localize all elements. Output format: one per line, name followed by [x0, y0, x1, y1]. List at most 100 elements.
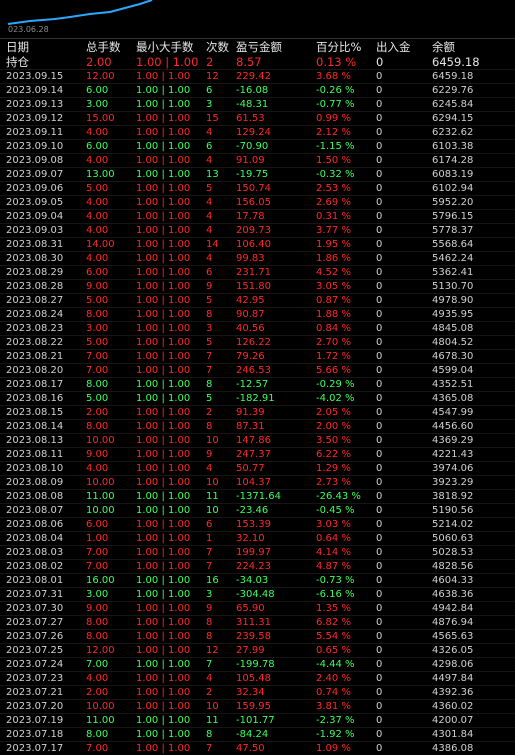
cell-pct: -2.37 %	[310, 714, 370, 728]
table-row[interactable]: 2023.07.309.001.00 | 1.00965.901.35 %049…	[0, 602, 515, 616]
cell-balance: 4978.90	[426, 294, 515, 308]
table-row[interactable]: 2023.07.268.001.00 | 1.008239.585.54 %04…	[0, 630, 515, 644]
cell-date: 2023.08.13	[0, 434, 80, 448]
table-row[interactable]: 2023.07.234.001.00 | 1.004105.482.40 %04…	[0, 672, 515, 686]
col-header-minmax[interactable]: 最小大手数	[130, 39, 200, 55]
table-row[interactable]: 2023.08.041.001.00 | 1.00132.100.64 %050…	[0, 532, 515, 546]
cell-pct: -6.16 %	[310, 588, 370, 602]
col-header-pl[interactable]: 盈亏金额	[230, 39, 310, 55]
table-row[interactable]: 2023.07.1911.001.00 | 1.0011-101.77-2.37…	[0, 714, 515, 728]
table-row[interactable]: 2023.08.217.001.00 | 1.00779.261.72 %046…	[0, 350, 515, 364]
table-row[interactable]: 2023.07.188.001.00 | 1.008-84.24-1.92 %0…	[0, 728, 515, 742]
table-row[interactable]: 2023.08.225.001.00 | 1.005126.222.70 %04…	[0, 336, 515, 350]
table-row[interactable]: 2023.08.037.001.00 | 1.007199.974.14 %05…	[0, 546, 515, 560]
col-header-pct[interactable]: 百分比%	[310, 39, 370, 55]
table-row[interactable]: 2023.07.278.001.00 | 1.008311.316.82 %04…	[0, 616, 515, 630]
col-header-count[interactable]: 次数	[200, 39, 230, 55]
table-row[interactable]: 2023.08.178.001.00 | 1.008-12.57-0.29 %0…	[0, 378, 515, 392]
table-row[interactable]: 2023.08.119.001.00 | 1.009247.376.22 %04…	[0, 448, 515, 462]
cell-pct: 3.05 %	[310, 280, 370, 294]
table-row[interactable]: 2023.09.0713.001.00 | 1.0013-19.75-0.32 …	[0, 168, 515, 182]
cell-qty: 2.00	[80, 406, 130, 420]
cell-minmax: 1.00 | 1.00	[130, 602, 200, 616]
cell-minmax: 1.00 | 1.00	[130, 210, 200, 224]
table-row[interactable]: 2023.08.104.001.00 | 1.00450.771.29 %039…	[0, 462, 515, 476]
table-row[interactable]: 2023.09.106.001.00 | 1.006-70.90-1.15 %0…	[0, 140, 515, 154]
table-row[interactable]: 2023.08.296.001.00 | 1.006231.714.52 %05…	[0, 266, 515, 280]
table-row[interactable]: 2023.07.313.001.00 | 1.003-304.48-6.16 %…	[0, 588, 515, 602]
table-row[interactable]: 2023.07.212.001.00 | 1.00232.340.74 %043…	[0, 686, 515, 700]
cell-pct: 1.88 %	[310, 308, 370, 322]
table-row[interactable]: 2023.09.044.001.00 | 1.00417.780.31 %057…	[0, 210, 515, 224]
cell-qty: 2.00	[80, 686, 130, 700]
table-row[interactable]: 2023.08.1310.001.00 | 1.0010147.863.50 %…	[0, 434, 515, 448]
table-row[interactable]: 2023.08.148.001.00 | 1.00887.312.00 %044…	[0, 420, 515, 434]
cell-balance: 4804.52	[426, 336, 515, 350]
position-row[interactable]: 持仓 2.00 1.00 | 1.00 2 8.57 0.13 % 0 6459…	[0, 55, 515, 70]
col-header-date[interactable]: 日期	[0, 39, 80, 55]
cell-pl: -182.91	[230, 392, 310, 406]
cell-flow: 0	[370, 350, 426, 364]
table-row[interactable]: 2023.07.247.001.00 | 1.007-199.78-4.44 %…	[0, 658, 515, 672]
table-row[interactable]: 2023.08.304.001.00 | 1.00499.831.86 %054…	[0, 252, 515, 266]
table-row[interactable]: 2023.09.133.001.00 | 1.003-48.31-0.77 %0…	[0, 98, 515, 112]
table-row[interactable]: 2023.08.027.001.00 | 1.007224.234.87 %04…	[0, 560, 515, 574]
table-row[interactable]: 2023.08.248.001.00 | 1.00890.871.88 %049…	[0, 308, 515, 322]
cell-qty: 3.00	[80, 588, 130, 602]
table-row[interactable]: 2023.08.233.001.00 | 1.00340.560.84 %048…	[0, 322, 515, 336]
cell-flow: 0	[370, 336, 426, 350]
col-header-qty[interactable]: 总手数	[80, 39, 130, 55]
cell-qty: 4.00	[80, 196, 130, 210]
table-row[interactable]: 2023.08.165.001.00 | 1.005-182.91-4.02 %…	[0, 392, 515, 406]
table-row[interactable]: 2023.08.3114.001.00 | 1.0014106.401.95 %…	[0, 238, 515, 252]
cell-balance: 4845.08	[426, 322, 515, 336]
table-row[interactable]: 2023.09.1215.001.00 | 1.001561.530.99 %0…	[0, 112, 515, 126]
cell-minmax: 1.00 | 1.00	[130, 490, 200, 504]
cell-minmax: 1.00 | 1.00	[130, 308, 200, 322]
table-row[interactable]: 2023.07.177.001.00 | 1.00747.501.09 %043…	[0, 742, 515, 755]
table-row[interactable]: 2023.09.084.001.00 | 1.00491.091.50 %061…	[0, 154, 515, 168]
cell-balance: 6083.19	[426, 168, 515, 182]
cell-pl: 246.53	[230, 364, 310, 378]
cell-pct: -1.92 %	[310, 728, 370, 742]
cell-balance: 6232.62	[426, 126, 515, 140]
cell-count: 10	[200, 476, 230, 490]
table-row[interactable]: 2023.08.275.001.00 | 1.00542.950.87 %049…	[0, 294, 515, 308]
cell-balance: 4301.84	[426, 728, 515, 742]
table-row[interactable]: 2023.09.114.001.00 | 1.004129.242.12 %06…	[0, 126, 515, 140]
table-row[interactable]: 2023.09.054.001.00 | 1.004156.052.69 %05…	[0, 196, 515, 210]
cell-count: 6	[200, 84, 230, 98]
cell-flow: 0	[370, 672, 426, 686]
col-header-flow[interactable]: 出入金	[370, 39, 426, 55]
col-header-balance[interactable]: 余额	[426, 39, 515, 55]
table-row[interactable]: 2023.07.2010.001.00 | 1.0010159.953.81 %…	[0, 700, 515, 714]
cell-pl: -70.90	[230, 140, 310, 154]
cell-qty: 5.00	[80, 182, 130, 196]
cell-date: 2023.07.31	[0, 588, 80, 602]
cell-count: 3	[200, 322, 230, 336]
cell-date: 2023.09.08	[0, 154, 80, 168]
cell-pl: 79.26	[230, 350, 310, 364]
table-row[interactable]: 2023.08.0116.001.00 | 1.0016-34.03-0.73 …	[0, 574, 515, 588]
table-row[interactable]: 2023.09.065.001.00 | 1.005150.742.53 %06…	[0, 182, 515, 196]
cell-pl: 91.09	[230, 154, 310, 168]
table-row[interactable]: 2023.08.0811.001.00 | 1.0011-1371.64-26.…	[0, 490, 515, 504]
cell-pct: 2.70 %	[310, 336, 370, 350]
table-row[interactable]: 2023.08.0710.001.00 | 1.0010-23.46-0.45 …	[0, 504, 515, 518]
table-row[interactable]: 2023.07.2512.001.00 | 1.001227.990.65 %0…	[0, 644, 515, 658]
table-row[interactable]: 2023.09.034.001.00 | 1.004209.733.77 %05…	[0, 224, 515, 238]
cell-date: 2023.09.11	[0, 126, 80, 140]
table-row[interactable]: 2023.08.152.001.00 | 1.00291.392.05 %045…	[0, 406, 515, 420]
cell-minmax: 1.00 | 1.00	[130, 154, 200, 168]
table-row[interactable]: 2023.08.289.001.00 | 1.009151.803.05 %05…	[0, 280, 515, 294]
cell-flow: 0	[370, 574, 426, 588]
cell-pl: 27.99	[230, 644, 310, 658]
table-row[interactable]: 2023.09.146.001.00 | 1.006-16.08-0.26 %0…	[0, 84, 515, 98]
cell-balance: 6102.94	[426, 182, 515, 196]
cell-count: 7	[200, 658, 230, 672]
table-row[interactable]: 2023.08.066.001.00 | 1.006153.393.03 %05…	[0, 518, 515, 532]
table-row[interactable]: 2023.08.207.001.00 | 1.007246.535.66 %04…	[0, 364, 515, 378]
cell-date: 2023.08.29	[0, 266, 80, 280]
table-row[interactable]: 2023.08.0910.001.00 | 1.0010104.372.73 %…	[0, 476, 515, 490]
table-row[interactable]: 2023.09.1512.001.00 | 1.0012229.423.68 %…	[0, 70, 515, 84]
